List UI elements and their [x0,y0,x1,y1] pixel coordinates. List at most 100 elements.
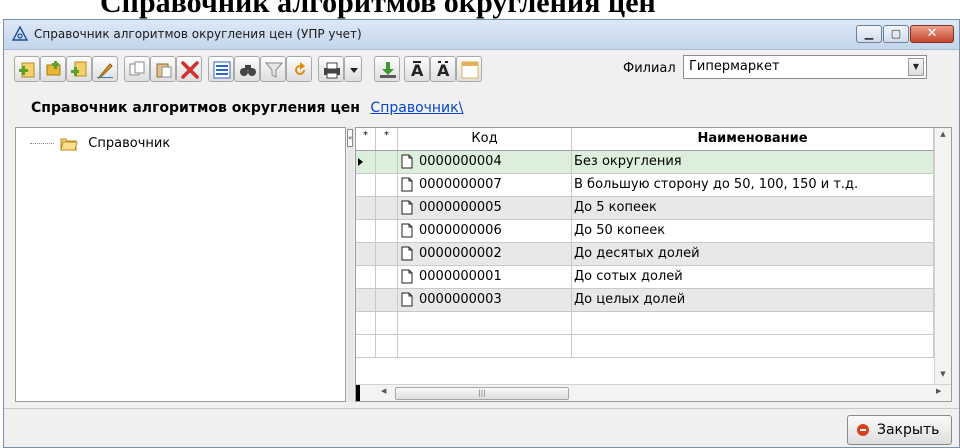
add-copy-button[interactable] [66,56,92,82]
name-cell[interactable]: До 50 копеек [572,220,934,242]
column-header-name[interactable]: Наименование [572,128,934,150]
table-row[interactable] [356,312,934,335]
breadcrumb: Справочник алгоритмов округления цен Спр… [31,100,463,116]
scroll-marker [356,385,360,401]
name-text: До 5 копеек [574,200,657,215]
horizontal-scrollbar[interactable]: ◀ ||| ▶ [356,384,951,401]
name-cell[interactable]: В большую сторону до 50, 100, 150 и т.д. [572,174,934,196]
name-cell[interactable]: До десятых долей [572,243,934,265]
name-cell[interactable]: До 5 копеек [572,197,934,219]
paste-icon [156,63,172,78]
data-grid: * * Код Наименование 0000000004 Без округ… [355,127,952,402]
code-cell[interactable]: 0000000007 [398,174,572,196]
layout-button[interactable] [456,56,482,82]
tree-root-node[interactable]: Справочник [30,136,170,151]
marker-cell [376,220,398,242]
maximize-button[interactable]: ▢ [883,25,909,43]
code-cell[interactable]: 0000000003 [398,289,572,311]
name-cell[interactable] [572,312,934,334]
column-header-star-2[interactable]: * [376,128,398,150]
add-button[interactable] [14,56,40,82]
scroll-right-icon[interactable]: ▶ [936,387,946,399]
close-button[interactable]: Закрыть [847,415,952,445]
code-cell[interactable]: 0000000002 [398,243,572,265]
marker-cell [376,243,398,265]
name-text: До 50 копеек [574,223,666,238]
properties-button[interactable] [208,56,234,82]
table-row[interactable]: 0000000002 До десятых долей [356,243,934,266]
code-cell[interactable] [398,312,572,334]
code-text: 0000000005 [419,200,502,215]
document-icon [401,269,413,284]
tree-panel: Справочник [15,127,346,402]
row-indicator-cell [356,197,376,219]
table-row[interactable]: 0000000003 До целых долей [356,289,934,312]
font-decrease-button[interactable]: A [430,56,456,82]
add-green-icon [19,62,35,78]
row-indicator-cell [356,289,376,311]
filter-button[interactable] [260,56,286,82]
edit-button[interactable] [92,56,118,82]
name-cell[interactable]: До целых долей [572,289,934,311]
minimize-button[interactable]: ▁ [856,25,882,43]
code-cell[interactable]: 0000000001 [398,266,572,288]
scroll-left-icon[interactable]: ◀ [381,387,391,399]
refresh-icon [295,62,305,75]
name-text: Без округления [574,154,682,169]
name-text: До целых долей [574,292,686,307]
table-row[interactable] [356,335,934,358]
download-green-icon [380,62,396,78]
table-row[interactable]: 0000000004 Без округления [356,151,934,174]
document-icon [401,246,413,261]
marker-cell [376,312,398,334]
find-button[interactable] [234,56,260,82]
title-bar: Справочник алгоритмов округления цен (УП… [4,20,959,50]
vertical-scrollbar[interactable]: ▲ ▼ [934,128,951,384]
row-indicator-cell [356,151,376,173]
breadcrumb-link[interactable]: Справочник\ [370,100,463,116]
collapse-grip-icon[interactable]: « [347,129,353,147]
print-button[interactable] [318,56,344,82]
document-icon [401,292,413,307]
table-row[interactable]: 0000000005 До 5 копеек [356,197,934,220]
table-row[interactable]: 0000000006 До 50 копеек [356,220,934,243]
code-cell[interactable]: 0000000005 [398,197,572,219]
paste-button[interactable] [150,56,176,82]
scroll-down-icon[interactable]: ▼ [935,370,951,382]
table-row[interactable]: 0000000001 До сотых долей [356,266,934,289]
column-header-code[interactable]: Код [398,128,572,150]
import-button[interactable] [374,56,400,82]
grid-header: * * Код Наименование [356,128,934,151]
window-close-button[interactable]: ✕ [910,25,954,43]
add-copy-icon [71,61,87,77]
name-cell[interactable]: Без округления [572,151,934,173]
add-group-icon [46,61,61,76]
name-cell[interactable]: До сотых долей [572,266,934,288]
row-indicator-cell [356,174,376,196]
branch-select[interactable]: Гипермаркет ▼ [683,55,927,79]
name-cell[interactable] [572,335,934,357]
list-icon [213,61,231,79]
print-dropdown-button[interactable] [344,56,362,82]
minimize-icon: ▁ [864,27,874,40]
copy-button[interactable] [124,56,150,82]
table-row[interactable]: 0000000007 В большую сторону до 50, 100, … [356,174,934,197]
column-header-star-1[interactable]: * [356,128,376,150]
font-increase-button[interactable]: A [404,56,430,82]
panel-splitter[interactable]: « [347,127,354,402]
code-cell[interactable] [398,335,572,357]
chevron-down-icon[interactable]: ▼ [908,58,924,76]
delete-button[interactable] [176,56,202,82]
scroll-up-icon[interactable]: ▲ [935,130,951,142]
code-text: 0000000001 [419,269,502,284]
code-cell[interactable]: 0000000006 [398,220,572,242]
current-row-arrow-icon [358,158,363,166]
add-group-button[interactable] [40,56,66,82]
row-indicator-cell [356,266,376,288]
svg-text:A: A [437,61,450,79]
refresh-button[interactable] [286,56,312,82]
code-cell[interactable]: 0000000004 [398,151,572,173]
page-heading: Справочник алгоритмов округления цен [100,0,656,19]
scroll-thumb[interactable]: ||| [395,387,569,400]
marker-cell [376,151,398,173]
